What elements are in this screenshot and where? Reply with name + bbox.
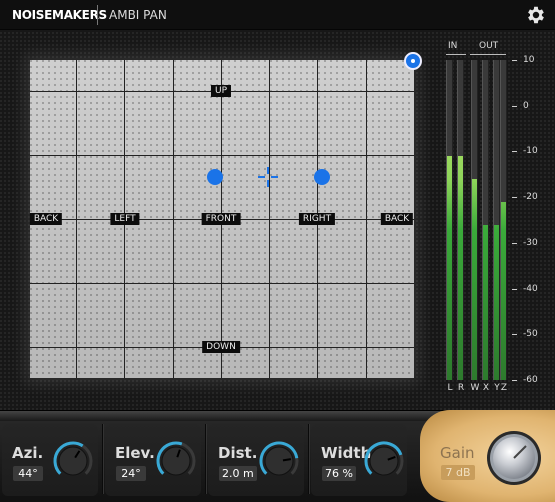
distance-title: Dist. <box>218 444 258 462</box>
meter-channel-label: X <box>482 383 490 393</box>
meter-fill <box>447 156 452 380</box>
meter-x <box>482 60 489 380</box>
meter-in-label: IN <box>448 41 458 51</box>
meter-out-label: OUT <box>479 41 499 51</box>
plugin-title: AMBI PAN <box>109 8 167 22</box>
scale-label: -30 <box>523 237 538 248</box>
meter-out-bracket <box>470 54 506 55</box>
meter-channel-label: R <box>457 383 465 393</box>
meter-channel-label: Y <box>494 383 500 393</box>
label-back-left: BACK <box>29 213 63 225</box>
knob-pointer <box>282 458 292 462</box>
azimuth-control: Azi. 44° <box>2 424 98 496</box>
scale-label: -10 <box>523 146 538 157</box>
label-front: FRONT <box>201 213 241 225</box>
gain-control: Gain 7 dB <box>420 410 555 502</box>
scale-tick <box>512 242 517 244</box>
meter-channel-label: Z <box>500 383 508 393</box>
meter-fill <box>472 178 477 380</box>
scale-label: -60 <box>523 375 538 385</box>
azimuth-knob[interactable] <box>52 440 94 482</box>
target-dot-icon[interactable] <box>404 52 422 70</box>
scale-tick <box>512 197 517 199</box>
elevation-control: Elev. 24° <box>105 424 201 496</box>
meter-w <box>471 60 478 380</box>
knob-body <box>264 446 294 476</box>
elevation-knob[interactable] <box>155 440 197 482</box>
meter-l <box>446 60 453 380</box>
ambi-pan-plugin: NOISEMAKERS AMBI PAN UP DOWN BACK LEFT F… <box>0 0 555 502</box>
scale-tick <box>512 334 517 336</box>
scale-label: -50 <box>523 329 538 340</box>
width-value[interactable]: 76 % <box>322 466 356 481</box>
gain-title: Gain <box>440 444 475 462</box>
label-down: DOWN <box>202 341 240 353</box>
header-bar: NOISEMAKERS AMBI PAN <box>0 0 555 30</box>
distance-control: Dist. 2.0 m <box>208 424 304 496</box>
source-left-dot[interactable] <box>207 169 223 185</box>
scale-label: 0 <box>523 100 529 111</box>
scale-tick <box>512 151 517 153</box>
meter-fill <box>458 156 463 380</box>
azimuth-value[interactable]: 44° <box>13 466 43 481</box>
meter-fill <box>501 201 506 380</box>
label-back-right: BACK <box>380 213 414 225</box>
scale-label: -20 <box>523 192 538 203</box>
panel-divider <box>205 424 206 494</box>
elevation-title: Elev. <box>115 444 155 462</box>
meter-in-bracket <box>446 54 466 55</box>
meter-channel-label: W <box>470 383 480 393</box>
meter-z <box>500 60 507 380</box>
meter-r <box>457 60 464 380</box>
width-control: Width 76 % <box>311 424 407 496</box>
knob-body <box>161 446 191 476</box>
elevation-value[interactable]: 24° <box>116 466 146 481</box>
meter-channel-label: L <box>447 383 453 393</box>
meter-fill <box>494 224 499 380</box>
label-left: LEFT <box>110 213 140 225</box>
scale-label: -40 <box>523 283 538 294</box>
knob-body <box>369 446 399 476</box>
scale-tick <box>512 288 517 290</box>
gear-icon[interactable] <box>525 4 547 26</box>
gain-knob[interactable] <box>486 430 542 486</box>
meter-y <box>493 60 500 380</box>
header-divider <box>97 5 98 25</box>
scale-tick <box>512 105 517 107</box>
panel-divider <box>102 424 103 494</box>
distance-knob[interactable] <box>258 440 300 482</box>
pan-surface[interactable]: UP DOWN BACK LEFT FRONT RIGHT BACK <box>29 60 414 378</box>
crosshair-icon <box>258 167 278 187</box>
meter-fill <box>483 224 488 380</box>
azimuth-title: Azi. <box>12 444 44 462</box>
gain-value[interactable]: 7 dB <box>441 465 475 480</box>
scale-label: 10 <box>523 55 535 65</box>
scale-tick <box>512 380 517 381</box>
label-right: RIGHT <box>298 213 336 225</box>
brand-logo: NOISEMAKERS <box>12 8 107 22</box>
panel-divider <box>308 424 309 494</box>
width-knob[interactable] <box>363 440 405 482</box>
distance-value[interactable]: 2.0 m <box>219 466 257 481</box>
grid-line <box>30 155 414 156</box>
scale-tick <box>512 60 517 61</box>
knob-body <box>58 446 88 476</box>
source-right-dot[interactable] <box>314 169 330 185</box>
label-up: UP <box>210 85 232 97</box>
grid-line <box>30 283 414 284</box>
